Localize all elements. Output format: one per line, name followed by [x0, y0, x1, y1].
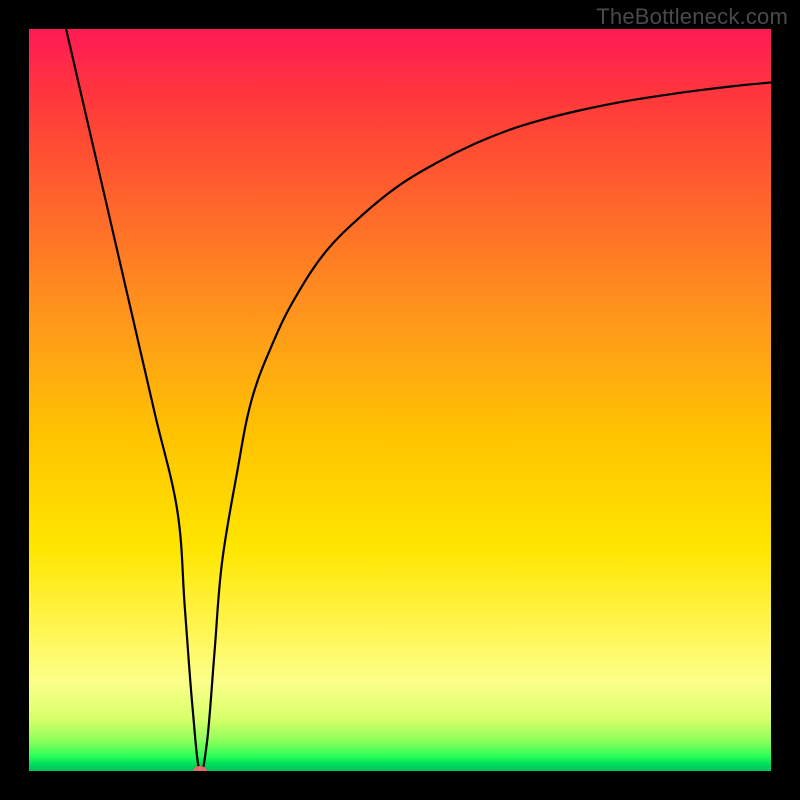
- watermark-text: TheBottleneck.com: [596, 4, 788, 30]
- curve-minimum-marker: [193, 766, 207, 771]
- bottleneck-curve: [29, 29, 771, 771]
- plot-area: [29, 29, 771, 771]
- chart-frame: TheBottleneck.com: [0, 0, 800, 800]
